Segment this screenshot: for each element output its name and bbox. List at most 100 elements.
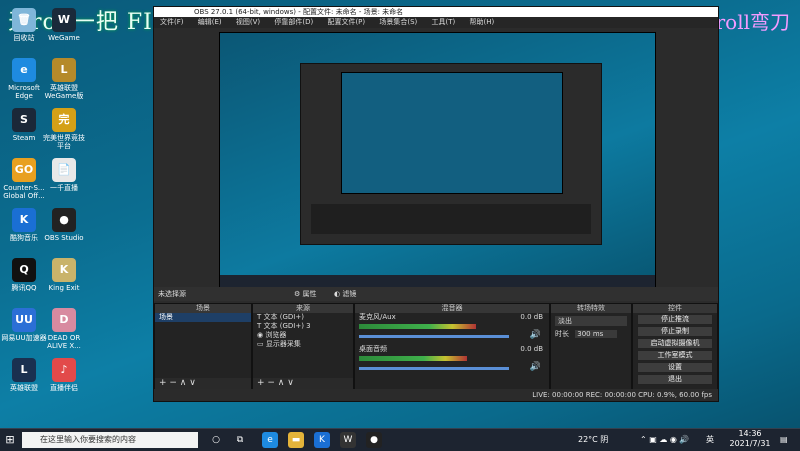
desktop-icon[interactable]: ● OBS Studio	[40, 208, 88, 242]
track-db: 0.0 dB	[520, 313, 543, 321]
obs-taskbar-icon[interactable]: ●	[366, 432, 382, 448]
filters-button[interactable]: ◐ 滤镜	[334, 287, 356, 301]
desktop-icon[interactable]: L 英雄联盟WeGame版	[40, 58, 88, 100]
properties-button[interactable]: ⚙ 属性	[294, 287, 317, 301]
weather-widget[interactable]: 22°C 阴	[578, 432, 608, 448]
app-icon: 完	[52, 108, 76, 132]
taskbar-search-input[interactable]: 在这里输入你要搜索的内容	[22, 432, 198, 448]
menu-edit[interactable]: 编辑(E)	[198, 18, 222, 26]
source-label: 显示器采集	[265, 340, 301, 348]
volume-slider[interactable]	[359, 367, 509, 370]
menu-view[interactable]: 视图(V)	[236, 18, 260, 26]
menu-profile[interactable]: 配置文件(P)	[327, 18, 365, 26]
desktop-icon[interactable]: ♪ 直播伴侣	[40, 358, 88, 392]
speaker-icon[interactable]: 🔊	[530, 330, 541, 340]
mixer-track-mic: 麦克风/Aux 0.0 dB 🔊	[355, 313, 549, 345]
ime-indicator[interactable]: 英	[706, 432, 714, 448]
source-label: 文本 (GDI+)	[263, 313, 304, 321]
app-icon: W	[52, 8, 76, 32]
duration-input[interactable]: 300 ms	[575, 330, 618, 338]
filters-label: 滤镜	[342, 290, 357, 298]
preview-recursive-desktop	[220, 33, 655, 287]
menu-docks[interactable]: 停靠部件(D)	[274, 18, 313, 26]
desktop-icon[interactable]: W WeGame	[40, 8, 88, 42]
scene-item[interactable]: 场景	[155, 313, 251, 322]
file-explorer-icon[interactable]: ▬	[288, 432, 304, 448]
task-view-icon[interactable]: ⧉	[232, 432, 248, 448]
desktop-icon-label: 一千直播	[50, 184, 78, 192]
windows-start-icon[interactable]: ⊞	[2, 432, 18, 448]
app-icon: UU	[12, 308, 36, 332]
transitions-panel: 转场特效 淡出 时长 300 ms	[550, 303, 632, 390]
transitions-title: 转场特效	[551, 304, 631, 313]
preview-taskbar	[220, 275, 655, 287]
transition-select[interactable]: 淡出	[555, 316, 627, 326]
app-icon: D	[52, 308, 76, 332]
app-icon: K	[52, 258, 76, 282]
app-icon: 🗑	[12, 8, 36, 32]
sources-title: 来源	[253, 304, 353, 313]
sources-panel: 来源 T 文本 (GDI+) T 文本 (GDI+) 3 ◉ 浏览器 ▭ 显示器…	[252, 303, 354, 390]
stop-recording-button[interactable]: 停止录制	[637, 326, 713, 337]
settings-button[interactable]: 设置	[637, 362, 713, 373]
stop-streaming-button[interactable]: 停止推流	[637, 314, 713, 325]
notification-icon[interactable]: ▤	[780, 432, 788, 448]
scenes-foot-buttons[interactable]: + − ∧ ∨	[155, 378, 251, 389]
source-label: 浏览器	[265, 331, 287, 339]
preview-nested-screen	[341, 72, 563, 194]
obs-preview[interactable]	[219, 32, 656, 288]
app-icon: GO	[12, 158, 36, 182]
desktop-icon[interactable]: K King Exit	[40, 258, 88, 292]
properties-label: 属性	[302, 290, 317, 298]
kugou-taskbar-icon[interactable]: K	[314, 432, 330, 448]
virtual-camera-button[interactable]: 启动虚拟摄像机	[637, 338, 713, 349]
obs-menubar: 文件(F) 编辑(E) 视图(V) 停靠部件(D) 配置文件(P) 场景集合(S…	[154, 17, 718, 28]
controls-title: 控件	[633, 304, 717, 313]
obs-window[interactable]: OBS 27.0.1 (64-bit, windows) - 配置文件: 未命名…	[153, 6, 719, 402]
tray-icons[interactable]: ⌃ ▣ ☁ ◉ 🔊	[640, 432, 689, 448]
desktop-icon-label: 完美世界竞技平台	[43, 134, 85, 150]
volume-slider[interactable]	[359, 335, 509, 338]
track-db: 0.0 dB	[520, 345, 543, 353]
source-label: 文本 (GDI+) 3	[263, 322, 311, 330]
exit-button[interactable]: 退出	[637, 374, 713, 385]
desktop-icon[interactable]: D DEAD OR ALIVE X...	[40, 308, 88, 350]
desktop-icon[interactable]: 完完美世界竞技平台	[40, 108, 88, 150]
speaker-icon[interactable]: 🔊	[530, 362, 541, 372]
menu-help[interactable]: 帮助(H)	[470, 18, 495, 26]
preview-nested-panels	[311, 204, 591, 234]
cortana-icon[interactable]: ○	[208, 432, 224, 448]
desktop-icon-label: 英雄联盟WeGame版	[44, 84, 84, 100]
app-icon: ♪	[52, 358, 76, 382]
app-icon: L	[52, 58, 76, 82]
scenes-panel: 场景 场景 + − ∧ ∨	[154, 303, 252, 390]
clock[interactable]: 14:36 2021/7/31	[728, 429, 772, 449]
no-source-label: 未选择源	[158, 290, 186, 298]
app-icon: K	[12, 208, 36, 232]
menu-tools[interactable]: 工具(T)	[432, 18, 456, 26]
obs-status-bar: LIVE: 00:00:00 REC: 00:00:00 CPU: 0.9%, …	[154, 389, 718, 401]
wegame-taskbar-icon[interactable]: W	[340, 432, 356, 448]
desktop-icon-label: DEAD OR ALIVE X...	[47, 334, 81, 350]
desktop-icon[interactable]: 📄 一千直播	[40, 158, 88, 192]
source-item[interactable]: ◉ 浏览器	[253, 331, 353, 340]
desktop-icon-label: 直播伴侣	[50, 384, 78, 392]
controls-panel: 控件 停止推流 停止录制 启动虚拟摄像机 工作室模式 设置 退出	[632, 303, 718, 390]
app-icon: S	[12, 108, 36, 132]
edge-taskbar-icon[interactable]: e	[262, 432, 278, 448]
clock-time: 14:36	[738, 429, 762, 438]
source-item[interactable]: ▭ 显示器采集	[253, 340, 353, 349]
desktop-icon-label: King Exit	[48, 284, 80, 292]
app-icon: Q	[12, 258, 36, 282]
source-toolbar: 未选择源 ⚙ 属性 ◐ 滤镜	[154, 287, 718, 301]
menu-scene-collection[interactable]: 场景集合(S)	[379, 18, 417, 26]
menu-file[interactable]: 文件(F)	[160, 18, 184, 26]
clock-date: 2021/7/31	[729, 439, 771, 448]
sources-foot-buttons[interactable]: + − ∧ ∨	[253, 378, 353, 389]
app-icon: 📄	[52, 158, 76, 182]
scenes-title: 场景	[155, 304, 251, 313]
volume-meter	[359, 324, 476, 329]
source-item[interactable]: T 文本 (GDI+) 3	[253, 322, 353, 331]
source-item[interactable]: T 文本 (GDI+)	[253, 313, 353, 322]
studio-mode-button[interactable]: 工作室模式	[637, 350, 713, 361]
